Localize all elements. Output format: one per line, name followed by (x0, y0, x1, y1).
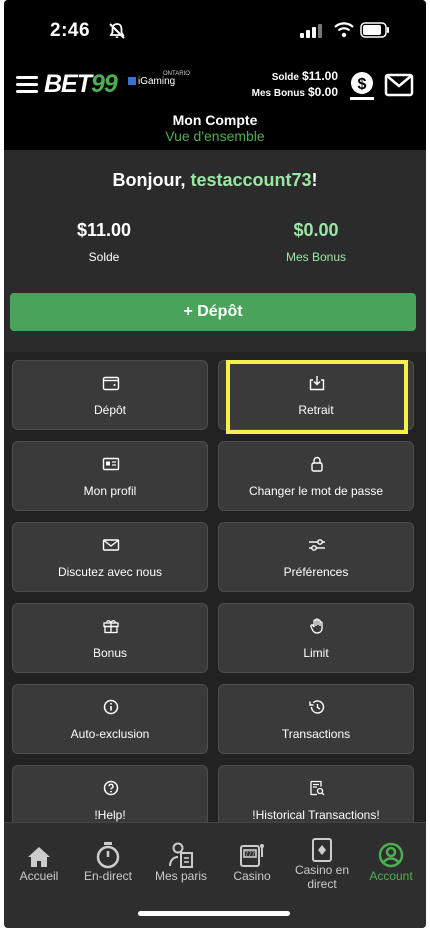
igaming-ontario-logo: iGaming ONTARIO (128, 71, 190, 87)
tile-changer-mot-de-passe[interactable]: Changer le mot de passe (218, 441, 414, 511)
tile-mon-profil[interactable]: Mon profil (12, 441, 208, 511)
nav-label: Casino en direct (294, 863, 350, 891)
balance-label: Solde (88, 250, 120, 264)
wifi-icon (334, 22, 354, 38)
tile-label: !Help! (94, 808, 126, 822)
bonus-label: Mes Bonus (285, 250, 347, 264)
history-icon (309, 700, 325, 714)
header-balance: Solde $11.00 Mes Bonus $0.00 (251, 69, 338, 99)
tile-label: Limit (303, 646, 329, 660)
signal-icon (300, 24, 322, 38)
retrait-highlight-box (226, 360, 408, 434)
info-icon (103, 699, 119, 715)
tile-label: !Historical Transactions! (252, 808, 380, 822)
help-icon (103, 780, 119, 796)
nav-label: Mes paris (154, 869, 207, 883)
tile-depot[interactable]: Dépôt (12, 360, 208, 430)
nav-casino-en-direct[interactable]: Casino en direct (286, 837, 358, 891)
sliders-icon (309, 539, 325, 551)
nav-mes-paris[interactable]: Mes paris (146, 837, 216, 883)
svg-text:777: 777 (245, 852, 256, 858)
tile-label: Auto-exclusion (70, 727, 150, 741)
slot-machine-icon: 777 (240, 844, 264, 867)
tile-bonus[interactable]: Bonus (12, 603, 208, 673)
id-card-icon (102, 457, 120, 471)
stopwatch-icon (96, 842, 120, 869)
deposit-button[interactable]: + Dépôt (10, 293, 416, 331)
nav-casino[interactable]: 777 Casino (217, 837, 287, 883)
username: testaccount73 (190, 170, 312, 190)
status-bar: 2:46 (4, 0, 426, 60)
app-header: BET99 iGaming ONTARIO Solde $11.00 Mes Bo… (4, 60, 426, 150)
tile-label: Dépôt (93, 403, 127, 417)
card-icon (312, 838, 332, 862)
status-time: 2:46 (50, 20, 91, 41)
gift-icon (103, 620, 119, 634)
receipt-search-icon (310, 780, 325, 796)
nav-label: Account (369, 869, 413, 883)
wallet-icon (102, 376, 120, 391)
home-icon (28, 847, 50, 867)
tile-preferences[interactable]: Préférences (218, 522, 414, 592)
battery-icon (360, 22, 389, 38)
greeting: Bonjour, testaccount73! (112, 170, 318, 190)
tile-auto-exclusion[interactable]: Auto-exclusion (12, 684, 208, 754)
hand-icon (310, 618, 323, 634)
tile-label: Bonus (92, 646, 128, 660)
svg-text:$: $ (358, 76, 367, 93)
tile-label: Transactions (281, 727, 351, 741)
hamburger-menu-icon[interactable] (16, 76, 38, 96)
bet-slip-icon (169, 842, 193, 868)
bottom-nav: Accueil En-direct Mes paris 777 Casino C… (4, 822, 426, 928)
tile-transactions[interactable]: Transactions (218, 684, 414, 754)
page-subtitle: Vue d'ensemble (165, 128, 265, 144)
app-screen: 2:46 BET99 iGaming ONTARIO Solde $11.00 … (4, 0, 426, 928)
lock-icon (311, 456, 323, 472)
nav-label: Accueil (19, 869, 59, 883)
tile-label: Discutez avec nous (57, 565, 163, 579)
balance-amount: $11.00 (76, 220, 132, 240)
envelope-icon (102, 539, 120, 551)
page-title: Mon Compte (172, 112, 258, 128)
nav-en-direct[interactable]: En-direct (73, 837, 143, 883)
nav-label: En-direct (83, 869, 133, 883)
bell-muted-icon (109, 23, 125, 39)
tile-label: Mon profil (83, 484, 137, 498)
tile-label: Changer le mot de passe (248, 484, 384, 498)
bet99-logo[interactable]: BET99 (44, 70, 118, 99)
account-icon (378, 842, 404, 868)
tile-help[interactable]: !Help! (12, 765, 208, 822)
tile-historical-transactions[interactable]: !Historical Transactions! (218, 765, 414, 822)
tile-label: Préférences (283, 565, 349, 579)
home-indicator (138, 911, 290, 916)
nav-label: Casino (233, 869, 271, 883)
nav-account[interactable]: Account (356, 837, 426, 883)
nav-accueil[interactable]: Accueil (4, 837, 74, 883)
tile-limit[interactable]: Limit (218, 603, 414, 673)
tile-discutez[interactable]: Discutez avec nous (12, 522, 208, 592)
bonus-amount: $0.00 (293, 220, 339, 240)
cashier-dollar-icon[interactable]: $ (347, 70, 377, 102)
mail-icon[interactable] (384, 73, 414, 97)
